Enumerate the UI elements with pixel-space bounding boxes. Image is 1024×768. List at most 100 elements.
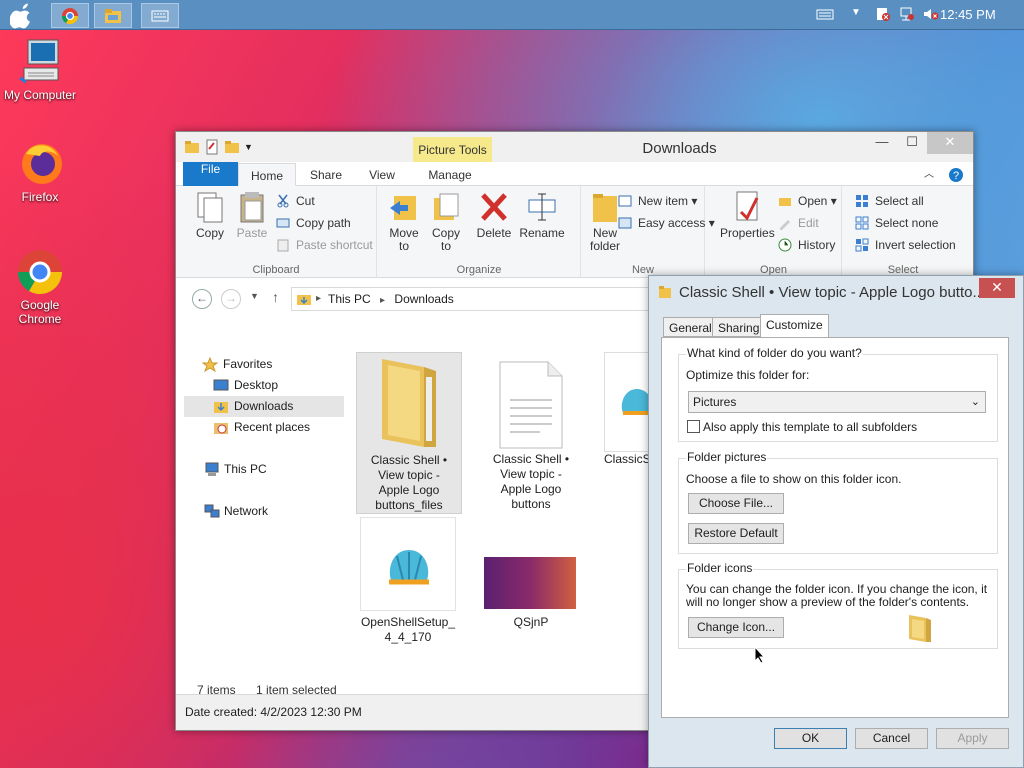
- invert-selection-button[interactable]: Invert selection: [855, 236, 956, 254]
- tab-customize[interactable]: Customize: [760, 314, 829, 338]
- apple-menu-icon[interactable]: [9, 3, 38, 29]
- rename-button[interactable]: Rename: [518, 190, 566, 240]
- file-item[interactable]: Classic Shell • View topic - Apple Logo …: [356, 352, 462, 514]
- nav-downloads-label: Downloads: [234, 399, 294, 413]
- nav-recent-label: Recent places: [234, 420, 311, 434]
- computer-icon: [16, 38, 64, 86]
- address-path[interactable]: ▸ This PC ▸ Downloads: [291, 287, 651, 311]
- volume-muted-icon[interactable]: [922, 6, 940, 24]
- copy-button[interactable]: Copy: [190, 190, 230, 240]
- file-item[interactable]: Classic Shell • View topic - Apple Logo …: [478, 352, 584, 512]
- dialog-close-button[interactable]: ✕: [979, 278, 1015, 298]
- computer-icon: [204, 462, 220, 477]
- copy-path-label: Copy path: [296, 216, 351, 230]
- minimize-button[interactable]: —: [867, 132, 897, 154]
- file-item[interactable]: QSjnP: [478, 517, 584, 630]
- new-item-button[interactable]: New item ▾: [618, 192, 697, 210]
- properties-button[interactable]: Properties: [720, 190, 775, 240]
- breadcrumb-downloads[interactable]: Downloads: [394, 292, 453, 306]
- ok-button[interactable]: OK: [774, 728, 847, 749]
- up-arrow-icon[interactable]: ↑: [272, 289, 279, 305]
- select-all-label: Select all: [875, 194, 924, 208]
- folder-icon: [658, 285, 672, 302]
- open-group: Properties Open ▾ Edit History Open: [706, 186, 842, 278]
- cancel-button[interactable]: Cancel: [855, 728, 928, 749]
- chrome-taskbar-button[interactable]: [51, 3, 89, 28]
- move-to-button[interactable]: Move to: [384, 190, 424, 253]
- history-button[interactable]: History: [778, 236, 835, 254]
- navigation-pane: Favorites Desktop Downloads Recent place…: [184, 354, 344, 522]
- select-all-icon: [855, 194, 869, 208]
- file-name: QSjnP: [513, 615, 549, 629]
- tab-home[interactable]: Home: [238, 163, 296, 186]
- desktop-icon-chrome[interactable]: Google Chrome: [0, 248, 80, 326]
- dialog-titlebar[interactable]: Classic Shell • View topic - Apple Logo …: [649, 276, 1023, 306]
- mouse-cursor-icon: [754, 645, 766, 667]
- delete-button[interactable]: Delete: [474, 190, 514, 240]
- back-button[interactable]: ←: [192, 289, 212, 309]
- ribbon-tabs: File Home Share View Manage ︿ ?: [176, 162, 973, 186]
- open-button[interactable]: Open ▾: [778, 192, 837, 210]
- cut-button[interactable]: Cut: [276, 192, 315, 210]
- breadcrumb-this-pc[interactable]: This PC: [328, 292, 371, 306]
- easy-access-button[interactable]: Easy access ▾: [618, 214, 715, 232]
- copy-path-button[interactable]: Copy path: [276, 214, 351, 232]
- nav-network[interactable]: Network: [184, 501, 344, 522]
- file-item[interactable]: OpenShellSetup_ 4_4_170: [360, 517, 456, 645]
- explorer-taskbar-button[interactable]: [94, 3, 132, 28]
- nav-recent-places[interactable]: Recent places: [184, 417, 344, 438]
- apply-subfolders-checkbox[interactable]: [687, 420, 700, 433]
- shell-icon: [604, 352, 648, 452]
- desktop-icon-label: Firefox: [21, 190, 59, 204]
- organize-group: Move to Copy to Delete Rename Organize: [378, 186, 581, 278]
- edit-button[interactable]: Edit: [778, 214, 819, 232]
- properties-dialog: Classic Shell • View topic - Apple Logo …: [648, 275, 1024, 768]
- select-all-button[interactable]: Select all: [855, 192, 924, 210]
- file-item[interactable]: ClassicS... _4...: [604, 352, 648, 467]
- network-icon[interactable]: [898, 6, 916, 24]
- maximize-button[interactable]: ☐: [897, 132, 927, 154]
- folder-icon: [357, 353, 461, 453]
- tab-share[interactable]: Share: [306, 163, 346, 186]
- paste-shortcut-button[interactable]: Paste shortcut: [276, 236, 373, 254]
- apply-button[interactable]: Apply: [936, 728, 1009, 749]
- forward-button[interactable]: →: [221, 289, 241, 309]
- optimize-select[interactable]: Pictures ⌄: [688, 391, 986, 413]
- folder-icons-heading: Folder icons: [686, 561, 754, 575]
- clock[interactable]: 12:45 PM: [940, 7, 996, 22]
- edit-label: Edit: [798, 216, 819, 230]
- select-none-button[interactable]: Select none: [855, 214, 938, 232]
- tab-view[interactable]: View: [362, 163, 402, 186]
- file-name: Classic Shell • View topic - Apple Logo …: [492, 452, 570, 511]
- tab-file[interactable]: File: [183, 162, 238, 186]
- keyboard-icon: [151, 10, 169, 22]
- restore-default-button[interactable]: Restore Default: [688, 523, 784, 544]
- new-item-label: New item: [638, 194, 689, 208]
- copy-to-button[interactable]: Copy to: [426, 190, 466, 253]
- nav-downloads[interactable]: Downloads: [184, 396, 344, 417]
- desktop-icon-firefox[interactable]: Firefox: [0, 140, 80, 204]
- close-button[interactable]: ✕: [927, 132, 973, 154]
- recent-locations-chevron-icon[interactable]: ▼: [250, 291, 259, 301]
- tab-sharing[interactable]: Sharing: [712, 317, 766, 337]
- change-icon-button[interactable]: Change Icon...: [688, 617, 784, 638]
- nav-desktop[interactable]: Desktop: [184, 375, 344, 396]
- tray-overflow-icon[interactable]: ▼: [851, 7, 861, 25]
- nav-favorites[interactable]: Favorites: [184, 354, 344, 375]
- tab-manage[interactable]: Manage: [422, 163, 478, 186]
- help-icon[interactable]: ?: [947, 163, 965, 186]
- nav-this-pc[interactable]: This PC: [184, 459, 344, 480]
- cut-label: Cut: [296, 194, 315, 208]
- desktop-icon-my-computer[interactable]: My Computer: [0, 38, 80, 102]
- network-icon: [204, 504, 220, 519]
- collapse-ribbon-icon[interactable]: ︿: [919, 163, 939, 186]
- paste-button[interactable]: Paste: [232, 190, 272, 240]
- tab-general[interactable]: General: [663, 317, 718, 337]
- desktop-icon: [213, 378, 229, 393]
- explorer-titlebar[interactable]: ▼ Picture Tools Downloads — ☐ ✕: [176, 132, 973, 162]
- downloads-icon: [213, 399, 229, 414]
- keyboard-tray-icon[interactable]: [816, 6, 834, 24]
- action-center-icon[interactable]: [874, 6, 892, 24]
- keyboard-taskbar-button[interactable]: [141, 3, 179, 28]
- choose-file-button[interactable]: Choose File...: [688, 493, 784, 514]
